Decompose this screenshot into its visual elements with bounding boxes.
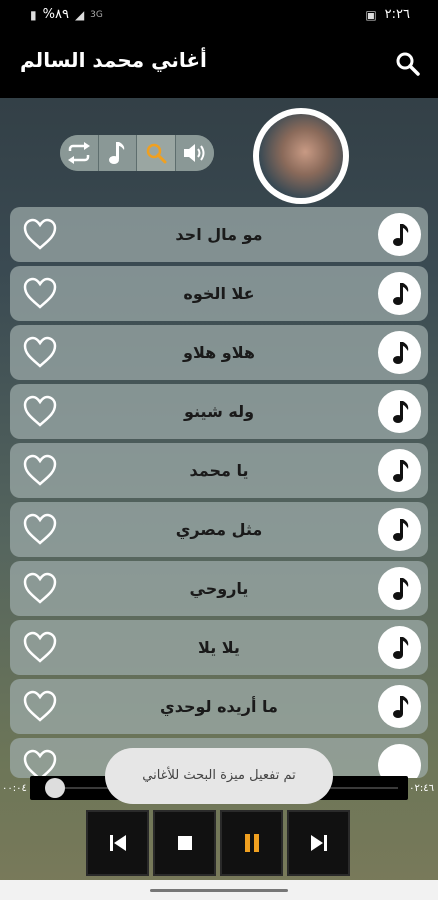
system-nav-bar (0, 880, 438, 900)
song-item[interactable]: مثل مصري (10, 502, 428, 557)
heart-icon[interactable] (22, 748, 58, 778)
music-note-icon (392, 636, 408, 659)
next-icon (310, 835, 327, 851)
song-play-button[interactable] (378, 390, 421, 433)
song-play-button[interactable] (378, 449, 421, 492)
heart-icon[interactable] (22, 217, 58, 251)
song-item[interactable]: هلاو هلاو (10, 325, 428, 380)
song-title: مو مال احد (175, 225, 263, 244)
song-play-button[interactable] (378, 331, 421, 374)
song-item[interactable]: ما أريده لوحدي (10, 679, 428, 734)
song-title: هلاو هلاو (183, 343, 255, 362)
battery-level: %٨٩ (42, 7, 69, 22)
status-bar: ▮ %٨٩ ◢ 3G ▣ ٢:٢٦ (0, 0, 438, 30)
music-note-icon (392, 518, 408, 541)
seek-thumb[interactable] (45, 778, 65, 798)
signal-icon: ◢ (74, 7, 85, 22)
clock: ٢:٢٦ (384, 7, 410, 22)
music-note-icon (392, 223, 408, 246)
screenshot-icon: ▣ (365, 7, 377, 22)
song-play-button[interactable] (378, 272, 421, 315)
search-button[interactable] (394, 50, 422, 78)
music-note-icon (392, 577, 408, 600)
song-item[interactable]: وله شينو (10, 384, 428, 439)
song-title: مثل مصري (175, 520, 263, 539)
playlist-button[interactable] (98, 135, 137, 171)
song-item[interactable]: علا الخوه (10, 266, 428, 321)
song-item[interactable]: مو مال احد (10, 207, 428, 262)
repeat-icon (67, 142, 90, 164)
stop-button[interactable] (153, 810, 216, 876)
home-gesture-handle[interactable] (150, 889, 288, 892)
artist-avatar (253, 108, 349, 204)
total-time: ٠٢:٤٦ (409, 783, 434, 794)
network-type: 3G (90, 9, 103, 20)
song-title: يلا يلا (198, 638, 240, 657)
control-group (60, 135, 214, 171)
music-note-icon (392, 341, 408, 364)
previous-button[interactable] (86, 810, 149, 876)
music-note-icon (109, 142, 125, 164)
song-item[interactable]: يا محمد (10, 443, 428, 498)
pause-button[interactable] (220, 810, 283, 876)
previous-icon (109, 835, 126, 851)
heart-icon[interactable] (22, 571, 58, 605)
elapsed-time: ٠٠:٠٤ (2, 783, 27, 794)
repeat-button[interactable] (60, 135, 99, 171)
next-button[interactable] (287, 810, 350, 876)
heart-icon[interactable] (22, 630, 58, 664)
song-play-button[interactable] (378, 685, 421, 728)
heart-icon[interactable] (22, 512, 58, 546)
song-play-button[interactable] (378, 213, 421, 256)
status-right: ▣ ٢:٢٦ (365, 7, 410, 22)
song-title: علا الخوه (183, 284, 255, 303)
song-title: يا محمد (189, 461, 249, 480)
player-controls (86, 810, 352, 876)
speaker-icon (183, 144, 205, 162)
heart-icon[interactable] (22, 394, 58, 428)
heart-icon[interactable] (22, 276, 58, 310)
music-note-icon (392, 459, 408, 482)
status-left: ▮ %٨٩ ◢ 3G (30, 7, 103, 22)
song-play-button[interactable] (378, 744, 421, 778)
battery-icon: ▮ (30, 7, 37, 22)
app-bar: أغاني محمد السالم (0, 30, 438, 98)
search-icon (146, 143, 167, 164)
volume-button[interactable] (175, 135, 214, 171)
app-title: أغاني محمد السالم (20, 48, 207, 72)
song-play-button[interactable] (378, 508, 421, 551)
stop-icon (177, 836, 192, 850)
toast-message: تم تفعيل ميزة البحث للأغاني (105, 748, 333, 804)
song-search-button[interactable] (137, 135, 176, 171)
music-note-icon (392, 400, 408, 423)
heart-icon[interactable] (22, 335, 58, 369)
song-play-button[interactable] (378, 626, 421, 669)
search-icon (396, 52, 420, 76)
song-item[interactable]: ياروحي (10, 561, 428, 616)
music-note-icon (392, 695, 408, 718)
pause-icon (244, 834, 259, 852)
song-title: وله شينو (183, 402, 255, 421)
music-note-icon (392, 282, 408, 305)
song-title: ياروحي (189, 579, 249, 598)
song-play-button[interactable] (378, 567, 421, 610)
heart-icon[interactable] (22, 453, 58, 487)
artist-photo (259, 114, 343, 198)
song-title: ما أريده لوحدي (160, 697, 278, 716)
song-item[interactable]: يلا يلا (10, 620, 428, 675)
heart-icon[interactable] (22, 689, 58, 723)
